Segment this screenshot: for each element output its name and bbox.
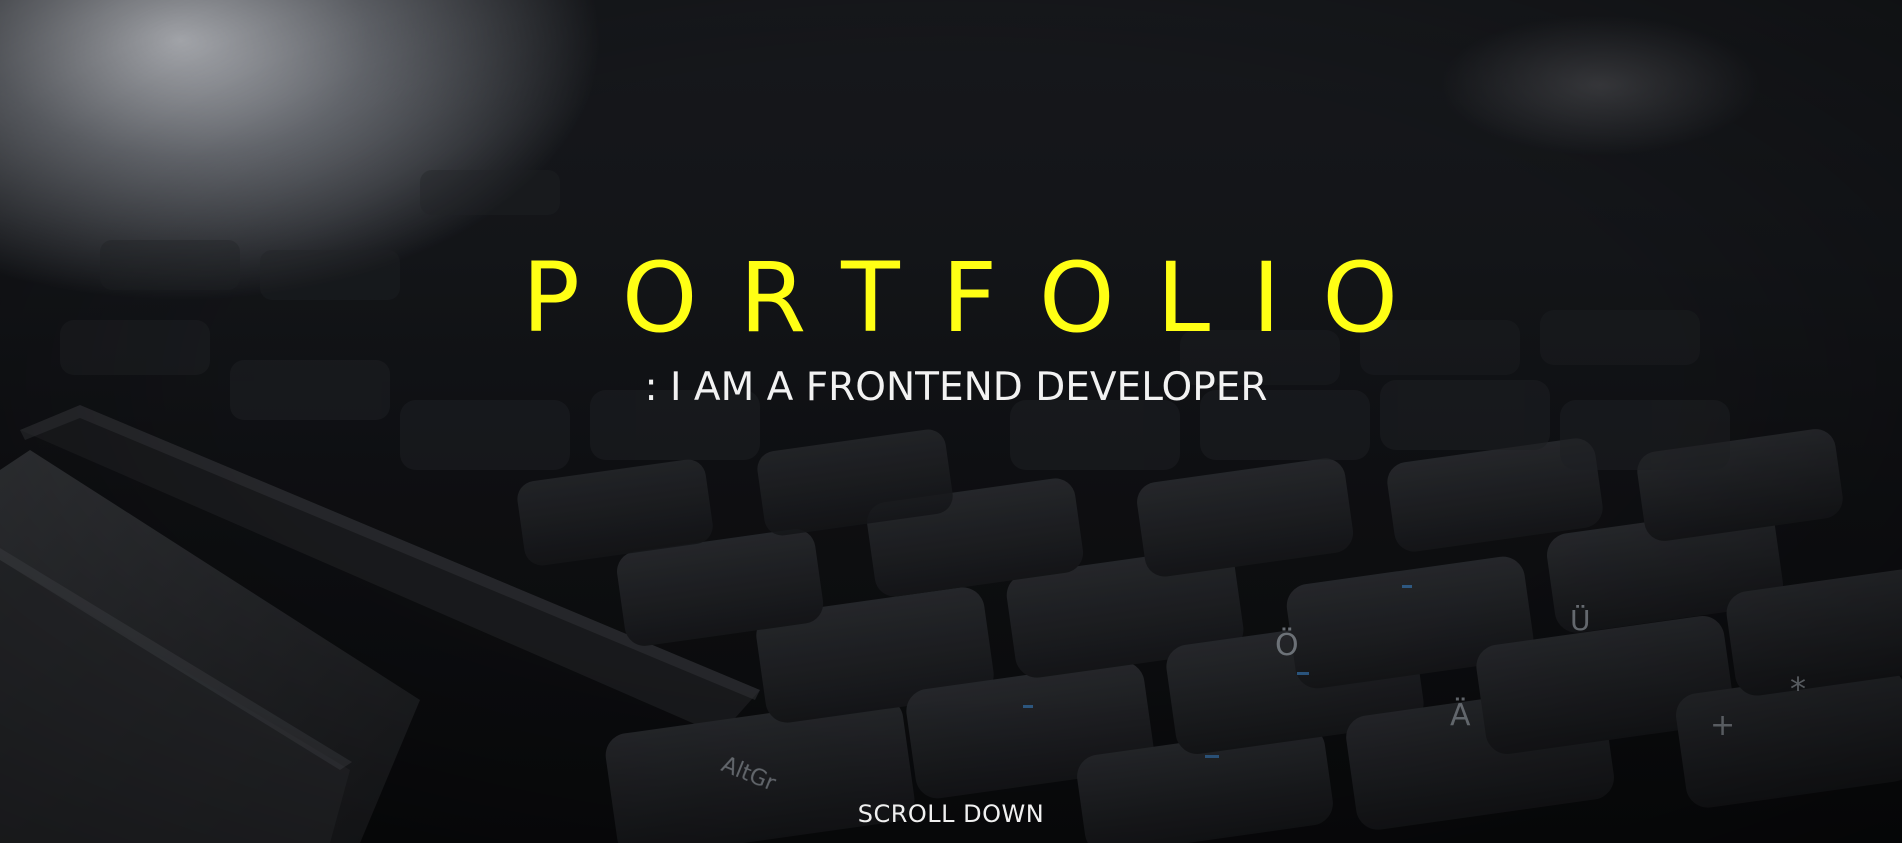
hero-title: PORTFOLIO	[522, 242, 1440, 354]
scroll-down-link[interactable]: SCROLL DOWN	[0, 799, 1902, 829]
hero-subtitle: : I AM A FRONTEND DEVELOPER	[644, 365, 1268, 410]
hero-section: AltGr Ö Ä Ü * + PORTFOLIO : I AM A FRONT…	[0, 0, 1902, 843]
hero-content: PORTFOLIO : I AM A FRONTEND DEVELOPER SC…	[0, 0, 1902, 843]
